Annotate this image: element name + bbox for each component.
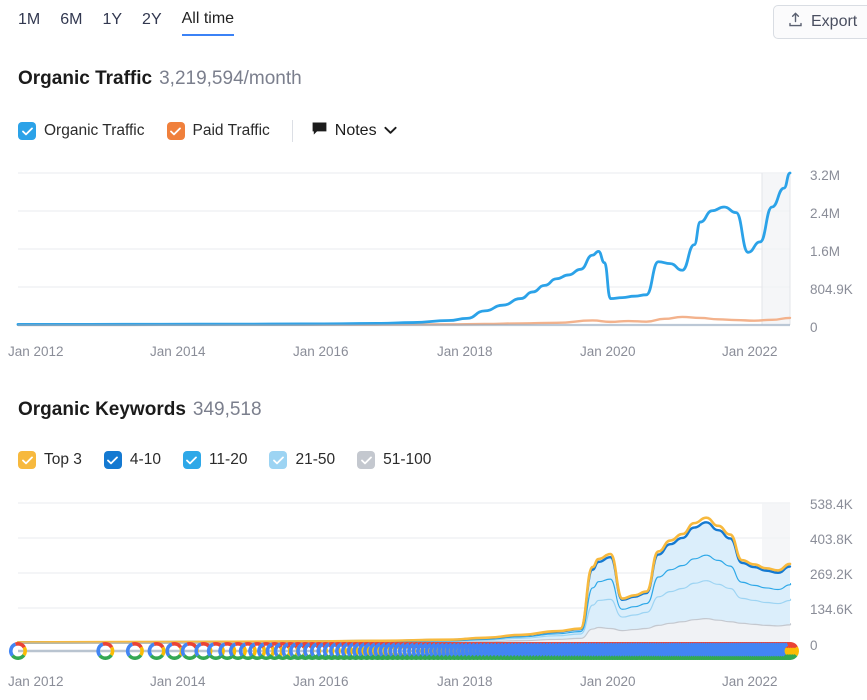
traffic-ytick-2: 1.6M: [810, 244, 841, 259]
seo-overview-page: 1M 6M 1Y 2Y All time Export Organic Traf…: [0, 0, 867, 700]
keywords-xtick-4: Jan 2020: [580, 674, 636, 689]
organic-keywords-value: 349,518: [192, 399, 262, 420]
notes-label: Notes: [334, 122, 377, 139]
period-tab-2y[interactable]: 2Y: [142, 9, 162, 35]
traffic-ytick-4: 0: [810, 320, 818, 335]
organic-keywords-chart[interactable]: [0, 495, 800, 655]
traffic-xtick-2: Jan 2016: [293, 344, 349, 359]
notes-dropdown[interactable]: Notes: [311, 121, 397, 142]
traffic-ytick-3: 804.9K: [810, 282, 853, 297]
checkbox-organic-traffic[interactable]: [18, 122, 36, 140]
traffic-xtick-1: Jan 2014: [150, 344, 206, 359]
traffic-ytick-1: 2.4M: [810, 206, 841, 221]
traffic-xtick-5: Jan 2022: [722, 344, 778, 359]
organic-traffic-chart[interactable]: [0, 165, 800, 337]
checkbox-top-3[interactable]: [18, 451, 36, 469]
organic-keywords-title: Organic Keywords 349,518: [18, 399, 262, 421]
traffic-xtick-4: Jan 2020: [580, 344, 636, 359]
legend-label-top-3: Top 3: [44, 451, 82, 468]
legend-label-11-20: 11-20: [208, 451, 248, 468]
legend-label-51-100: 51-100: [383, 451, 432, 468]
keywords-ytick-0: 538.4K: [810, 497, 853, 512]
google-update-marker-row[interactable]: [0, 641, 800, 661]
keywords-ytick-2: 269.2K: [810, 567, 853, 582]
keywords-ytick-3: 134.6K: [810, 602, 853, 617]
keywords-legend: Top 3 4-10 11-20 21-50 51-100: [18, 451, 453, 469]
organic-traffic-plot: [16, 171, 792, 327]
legend-item-top-3[interactable]: Top 3: [18, 451, 82, 469]
checkbox-21-50[interactable]: [269, 451, 288, 469]
period-tabs: 1M 6M 1Y 2Y All time: [18, 8, 235, 36]
keywords-ytick-1: 403.8K: [810, 532, 853, 547]
export-label: Export: [811, 13, 858, 30]
organic-traffic-title-text: Organic Traffic: [18, 68, 153, 89]
organic-traffic-title: Organic Traffic 3,219,594/month: [18, 68, 302, 90]
legend-label-paid-traffic: Paid Traffic: [192, 122, 270, 139]
keywords-xtick-3: Jan 2018: [437, 674, 493, 689]
legend-label-21-50: 21-50: [295, 451, 336, 468]
legend-item-21-50[interactable]: 21-50: [269, 451, 335, 469]
checkbox-paid-traffic[interactable]: [166, 122, 185, 140]
traffic-xtick-0: Jan 2012: [8, 344, 64, 359]
keywords-xtick-5: Jan 2022: [722, 674, 778, 689]
period-tab-1y[interactable]: 1Y: [102, 9, 122, 35]
legend-item-organic-traffic[interactable]: Organic Traffic: [18, 122, 145, 140]
legend-label-organic-traffic: Organic Traffic: [44, 122, 145, 139]
traffic-legend: Organic Traffic Paid Traffic Notes: [18, 120, 397, 142]
legend-item-11-20[interactable]: 11-20: [182, 451, 248, 469]
legend-item-51-100[interactable]: 51-100: [357, 451, 431, 469]
keywords-xtick-1: Jan 2014: [150, 674, 206, 689]
legend-label-4-10: 4-10: [129, 451, 161, 468]
export-upload-icon: [788, 12, 803, 33]
checkbox-11-20[interactable]: [182, 451, 201, 469]
note-bubble-icon: [311, 121, 328, 142]
period-tab-all-time[interactable]: All time: [181, 8, 235, 36]
organic-keywords-plot: [16, 502, 792, 644]
traffic-xtick-3: Jan 2018: [437, 344, 493, 359]
organic-keywords-title-text: Organic Keywords: [18, 399, 186, 420]
export-button[interactable]: Export: [773, 5, 867, 39]
legend-item-4-10[interactable]: 4-10: [103, 451, 161, 469]
period-tab-1m[interactable]: 1M: [18, 9, 40, 35]
keywords-ytick-4: 0: [810, 638, 818, 653]
keywords-xtick-0: Jan 2012: [8, 674, 64, 689]
traffic-ytick-0: 3.2M: [810, 168, 841, 183]
keywords-xtick-2: Jan 2016: [293, 674, 349, 689]
organic-traffic-value: 3,219,594/month: [159, 68, 302, 89]
chevron-down-icon: [384, 122, 397, 140]
period-tab-6m[interactable]: 6M: [60, 9, 82, 35]
checkbox-4-10[interactable]: [103, 451, 122, 469]
legend-item-paid-traffic[interactable]: Paid Traffic: [166, 122, 270, 140]
legend-divider: [291, 120, 293, 142]
google-update-markers: [9, 642, 799, 660]
checkbox-51-100[interactable]: [357, 451, 376, 469]
